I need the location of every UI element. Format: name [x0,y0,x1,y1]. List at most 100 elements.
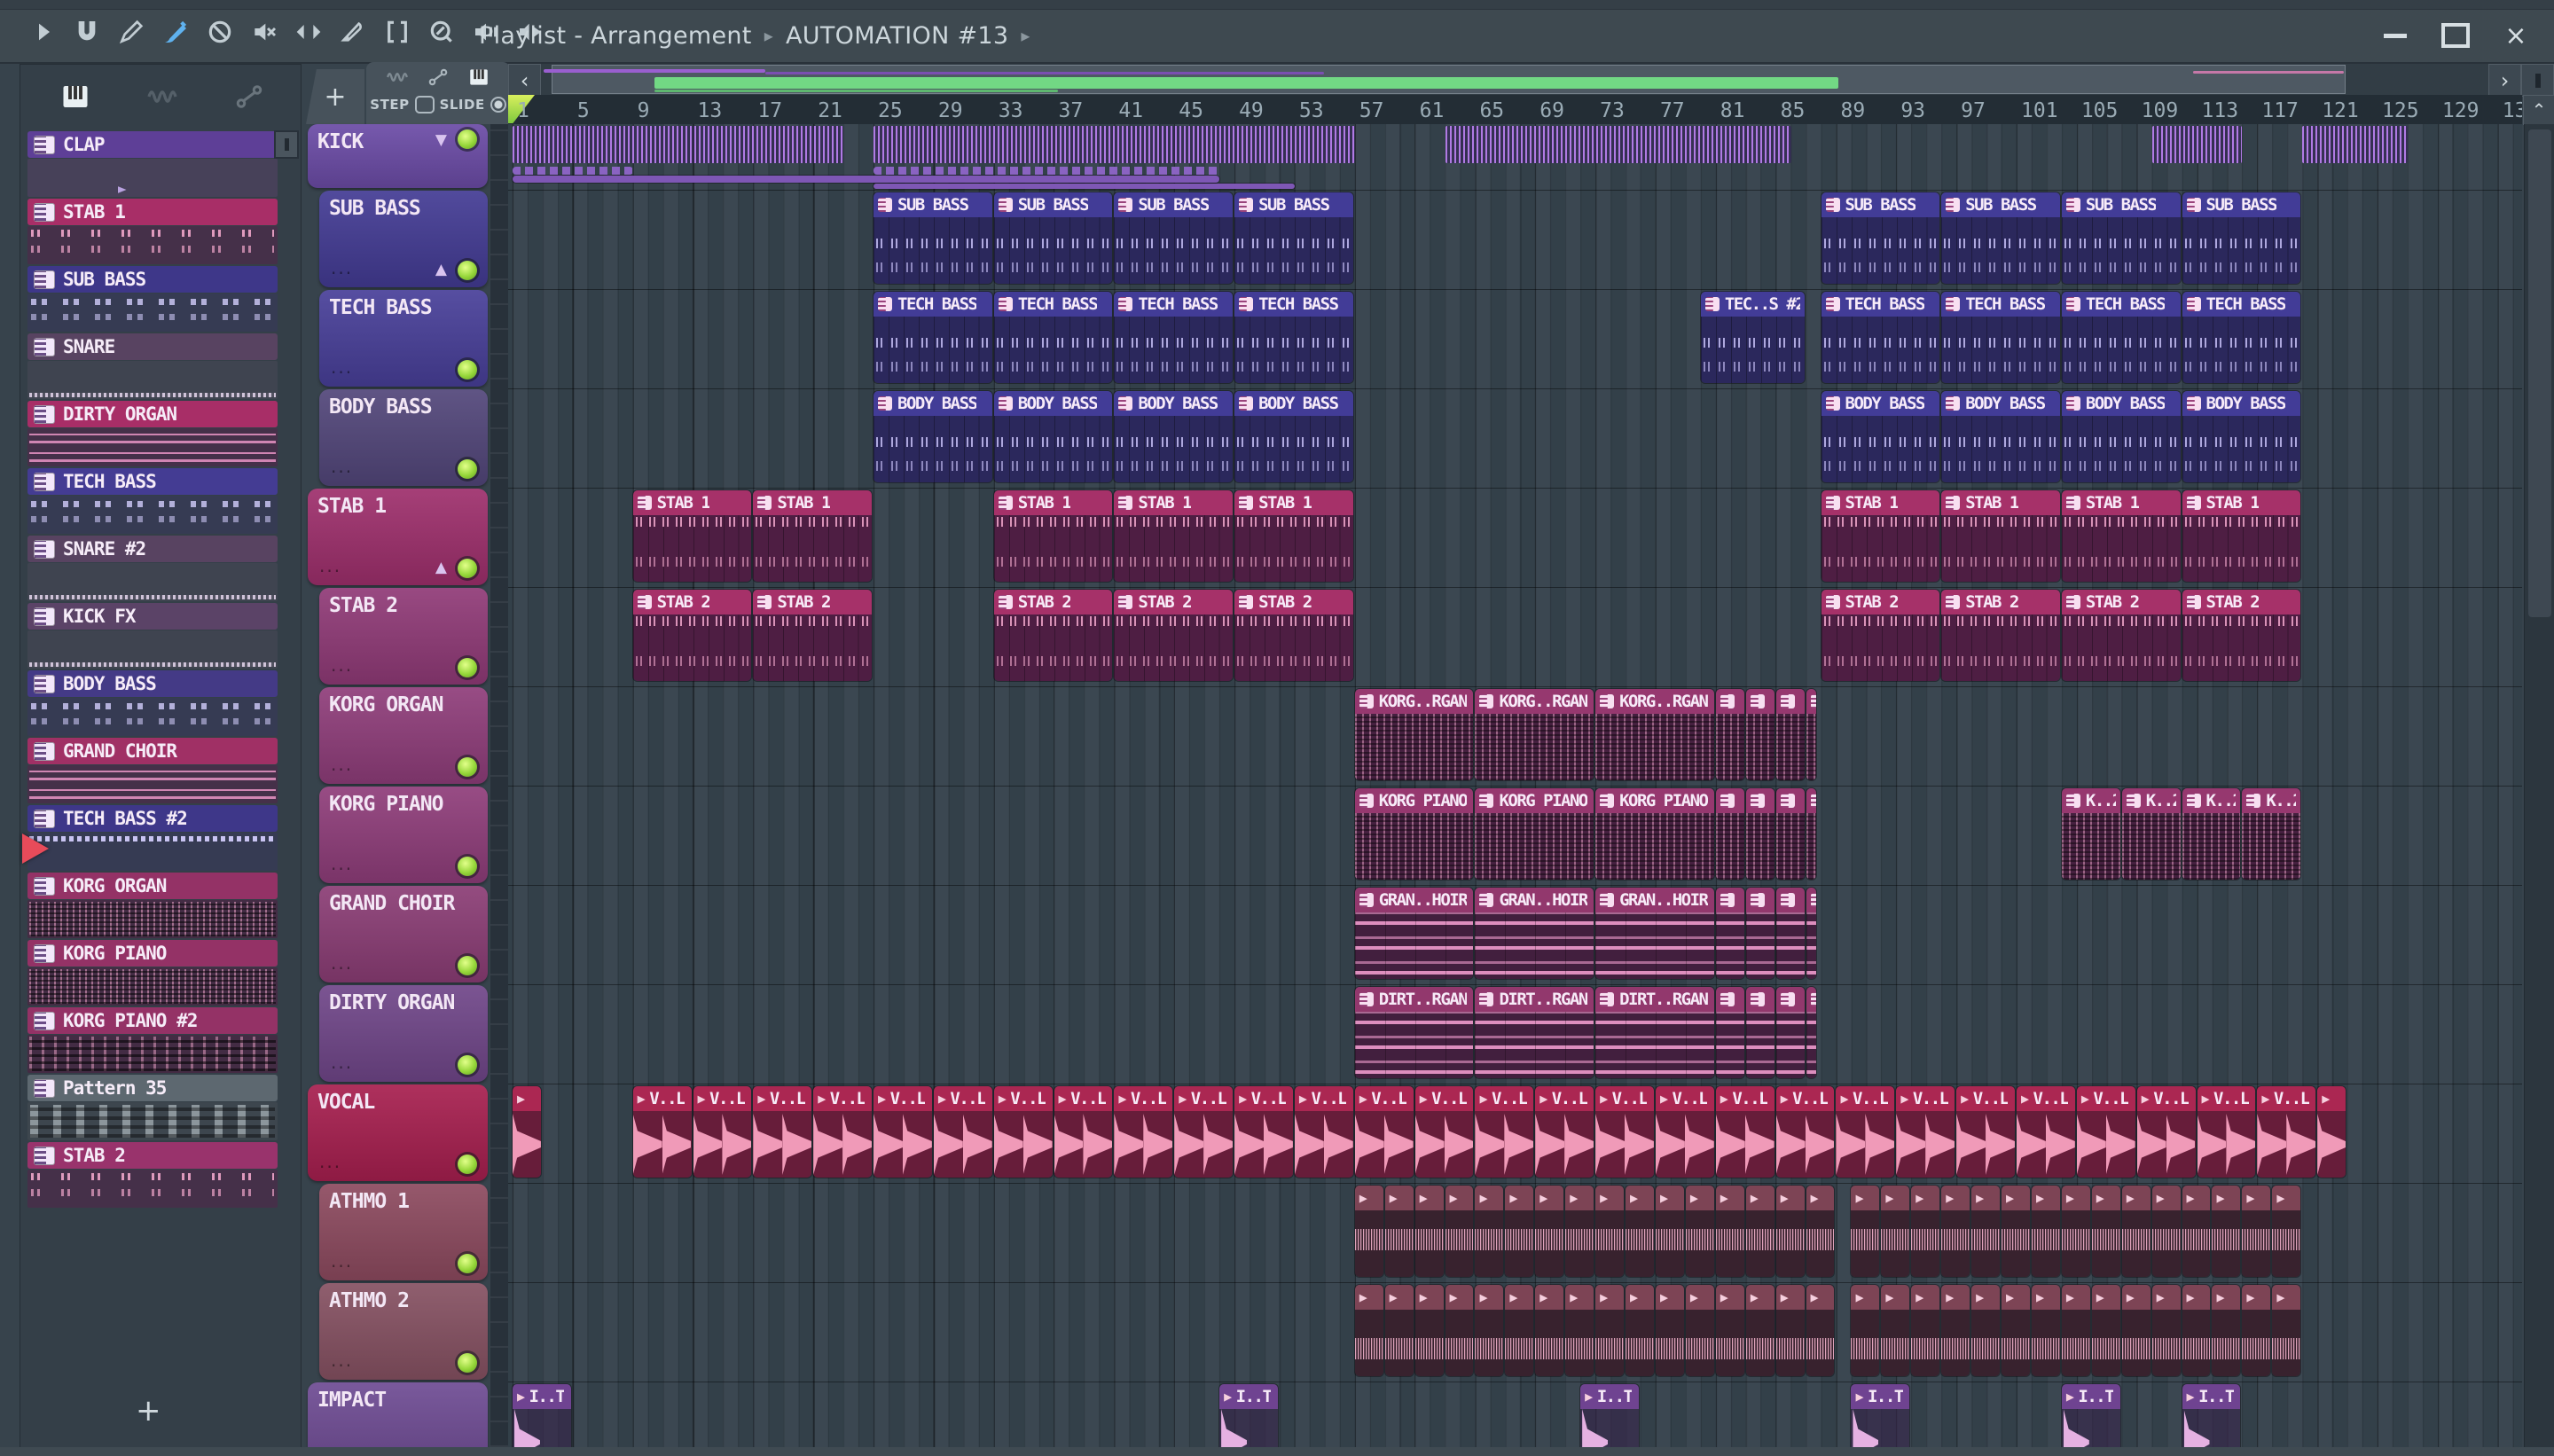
clip-athmo[interactable]: ▶ [2212,1285,2241,1376]
clip-k-2[interactable]: K..2 [2121,788,2181,880]
menu-arrow-icon[interactable] [25,14,60,50]
clip-v-l[interactable]: ▶ V..L [2076,1086,2135,1178]
kick-pattern-strip[interactable] [2302,126,2408,163]
clip-stab-2[interactable]: STAB 2 [1941,590,2060,681]
clip-athmo[interactable]: ▶ [1941,1186,1970,1277]
track-options-dots[interactable]: ··· [319,1156,341,1178]
scroll-right-button[interactable]: › [2488,64,2521,97]
track-header-korg-piano[interactable]: KORG PIANO ··· [319,787,488,883]
group-collapse-arrow-icon[interactable]: ▲ [435,261,447,278]
picker-tab-wave-icon[interactable] [145,81,180,116]
clip-body-bass[interactable]: BODY BASS [993,391,1113,482]
clip-athmo[interactable]: ▶ [1775,1186,1805,1277]
clip-athmo[interactable]: ▶ [1715,1285,1744,1376]
clip-v-l[interactable]: ▶ V..L [1655,1086,1714,1178]
close-button[interactable]: × [2492,14,2540,57]
clip-stab-1[interactable]: STAB 1 [1941,490,2060,582]
track-mute-led[interactable] [458,1155,477,1174]
slice-icon[interactable] [335,14,371,50]
clip-athmo[interactable]: ▶ [1475,1186,1504,1277]
clip-athmo[interactable]: ▶ [1505,1186,1534,1277]
clip-v-l[interactable]: ▶ V..L [993,1086,1053,1178]
clip-stab-1[interactable]: STAB 1 [753,490,873,582]
track-header-stab-1[interactable]: STAB 1 ··· ▲ [308,489,488,585]
clip-sub-bass[interactable]: SUB BASS [1941,192,2060,284]
clip-stab-1[interactable]: STAB 1 [1234,490,1353,582]
track-header-impact[interactable]: IMPACT··· [308,1382,488,1456]
clip-i-t[interactable]: ▶ I..T [2182,1384,2241,1447]
clip-choir[interactable] [1775,987,1805,1078]
clip-korg-rgan[interactable]: KORG..RGAN [1354,689,1474,780]
track-header-dirty-organ[interactable]: DIRTY ORGAN ··· [319,985,488,1082]
clip-v-l[interactable]: ▶ V..L [1836,1086,1895,1178]
scroll-left-button[interactable]: ‹ [508,64,541,97]
clip-athmo[interactable]: ▶ [2242,1285,2271,1376]
delete-icon[interactable] [202,14,238,50]
clip-athmo[interactable]: ▶ [2121,1285,2151,1376]
pattern-item-grand-choir[interactable]: GRAND CHOIR [27,738,278,805]
clip-athmo[interactable]: ▶ [2151,1186,2181,1277]
track-header-athmo-2[interactable]: ATHMO 2 ··· [319,1283,488,1380]
clip-stab-1[interactable]: STAB 1 [2061,490,2181,582]
pattern-item-korg-piano[interactable]: KORG PIANO [27,940,278,1007]
clip-athmo[interactable]: ▶ [2002,1186,2030,1277]
slide-toggle[interactable] [490,97,506,113]
pattern-item-sub-bass[interactable]: SUB BASS [27,266,278,333]
track-options-dots[interactable]: ··· [331,1057,353,1078]
clip-dirt-rgan[interactable]: DIRT..RGAN [1475,987,1594,1078]
clip-gran-hoir[interactable]: GRAN..HOIR [1354,888,1474,979]
clip-body-bass[interactable]: BODY BASS [2182,391,2301,482]
track-mute-led[interactable] [458,360,477,380]
clip-v-l[interactable]: ▶ V..L [1294,1086,1353,1178]
vertical-scrollbar[interactable] [2524,124,2554,1447]
magnet-icon[interactable] [69,14,105,50]
group-collapse-arrow-icon[interactable]: ▲ [435,559,447,576]
clip-athmo[interactable]: ▶ [1806,1186,1835,1277]
clip-body-bass[interactable]: BODY BASS [1114,391,1234,482]
track-options-dots[interactable]: ··· [331,461,353,482]
track-options-dots[interactable]: ··· [331,1355,353,1376]
kick-pattern-strip[interactable] [874,126,1355,163]
track-options-dots[interactable]: ··· [331,759,353,780]
kick-automation-pill[interactable] [874,167,1220,175]
add-pattern-button[interactable]: + [136,1393,161,1429]
clip-athmo[interactable]: ▶ [2182,1285,2211,1376]
clip-athmo[interactable]: ▶ [1505,1285,1534,1376]
clip-athmo[interactable]: ▶ [1414,1186,1444,1277]
clip-body-bass[interactable]: BODY BASS [2061,391,2181,482]
clip-tech-bass[interactable]: TECH BASS [1941,292,2060,383]
track-header-korg-organ[interactable]: KORG ORGAN ··· [319,687,488,784]
clip-athmo[interactable]: ▶ [1775,1285,1805,1376]
clip-athmo[interactable]: ▶ [1971,1285,2001,1376]
clip-choir[interactable] [1806,888,1817,979]
clip-v-l[interactable]: ▶ V..L [2017,1086,2075,1178]
clip-athmo[interactable]: ▶ [1881,1285,1910,1376]
panel-wave-icon[interactable] [384,66,411,92]
track-options-dots[interactable]: ··· [331,958,353,979]
clip-athmo[interactable]: ▶ [1475,1285,1504,1376]
track-lane-grand-choir[interactable]: GRAN..HOIR GRAN..HOIR GRAN..HOIR [508,886,2522,985]
clip-athmo[interactable]: ▶ [2002,1285,2030,1376]
clip-athmo[interactable]: ▶ [1881,1186,1910,1277]
clip-stab-1[interactable]: STAB 1 [1821,490,1940,582]
clip-i-t[interactable]: ▶ I..T [513,1384,571,1447]
track-header-stab-2[interactable]: STAB 2 ··· [319,588,488,685]
clip-body-bass[interactable]: BODY BASS [1821,391,1940,482]
clip-v-l[interactable]: ▶ V..L [2197,1086,2256,1178]
panel-curve-icon[interactable] [425,66,451,92]
clip-athmo[interactable]: ▶ [1911,1186,1940,1277]
clip-korg[interactable] [1745,689,1774,780]
pattern-item-stab-2[interactable]: STAB 2 [27,1142,278,1209]
track-lane-tech-bass[interactable]: TECH BASS TECH BASS TECH BASS TECH BASS TECH… [508,290,2522,389]
clip-athmo[interactable]: ▶ [2212,1186,2241,1277]
clip-athmo[interactable]: ▶ [1354,1285,1383,1376]
timeline-ruler[interactable]: 1 5 9 13 17 21 25 29 33 37 41 45 49 53 57 61 65 69 73 77 81 8… [508,95,2522,125]
clip-tech-bass[interactable]: TECH BASS [874,292,992,383]
clip-stab-2[interactable]: STAB 2 [993,590,1113,681]
clip-sub-bass[interactable]: SUB BASS [2061,192,2181,284]
clip-v-l[interactable]: ▶ V..L [693,1086,752,1178]
panel-piano-icon[interactable] [466,66,492,92]
clip-v-l[interactable]: ▶ V..L [1114,1086,1173,1178]
clip-v-l[interactable]: ▶ V..L [813,1086,873,1178]
pattern-item-clap[interactable]: CLAP [27,131,278,199]
